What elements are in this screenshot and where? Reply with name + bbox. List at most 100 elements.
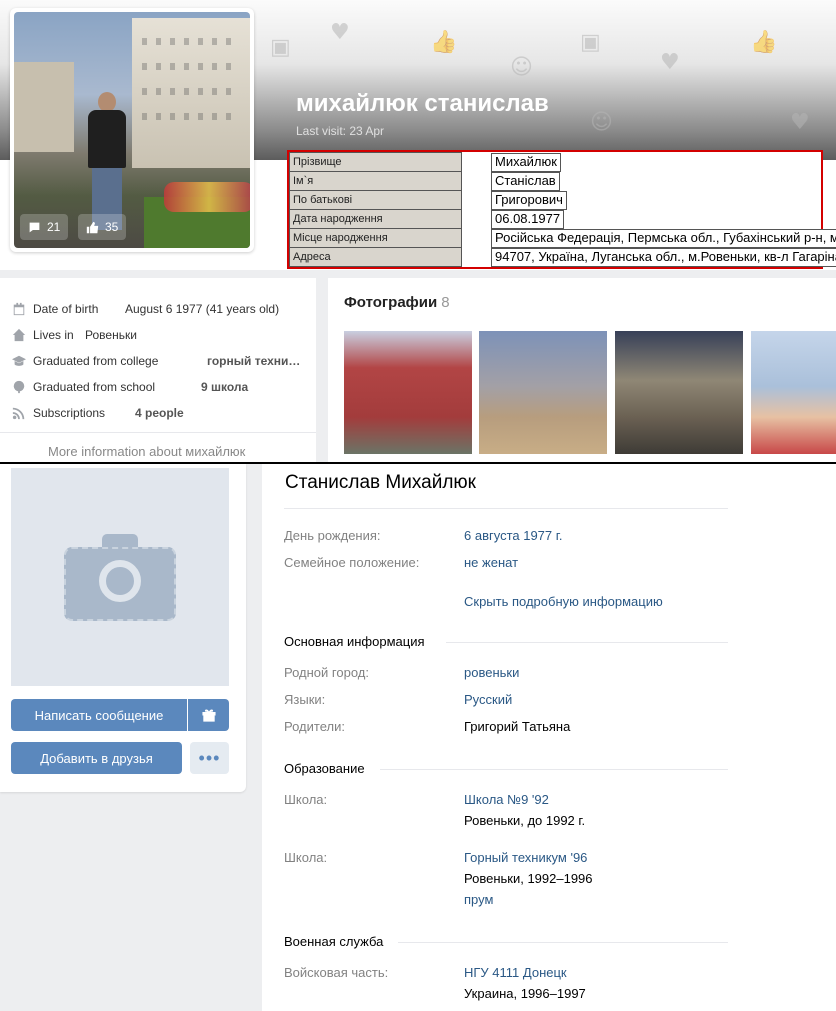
graduation-cap-icon xyxy=(12,354,26,368)
info-row-college: Graduated from college горный техни… xyxy=(12,354,300,368)
thumb-pattern-icon: 👍 xyxy=(750,30,778,55)
photo-thumbnail[interactable] xyxy=(615,331,743,454)
table-row: Ім`я Станіслав xyxy=(289,171,821,191)
birthday-link[interactable]: 6 августа 1977 г. xyxy=(464,528,563,543)
photos-title: Фотографии xyxy=(344,294,438,311)
info-row-subscriptions: Subscriptions 4 people xyxy=(12,406,184,420)
like-pattern-icon: ♥ xyxy=(330,20,350,45)
birthday-label: День рождения: xyxy=(284,528,381,543)
parents-label: Родители: xyxy=(284,719,345,734)
likes-count: 35 xyxy=(105,220,119,234)
last-visit: Last visit: 23 Apr xyxy=(296,124,385,138)
school-link[interactable]: Горный техникум '96 xyxy=(464,850,587,865)
table-key: Прізвище xyxy=(289,152,462,172)
divider xyxy=(398,942,728,943)
hide-details-link[interactable]: Скрыть подробную информацию xyxy=(464,594,663,609)
gift-icon xyxy=(201,709,216,722)
table-row: Дата народження 06.08.1977 xyxy=(289,209,821,229)
divider xyxy=(284,508,728,509)
image-pattern-icon: ▣ xyxy=(580,30,601,55)
globe-icon xyxy=(12,380,26,394)
school-link[interactable]: 9 школа xyxy=(201,380,248,394)
profile-details-card: Станислав Михайлюк День рождения: 6 авгу… xyxy=(262,464,836,1011)
photos-count: 8 xyxy=(441,294,450,311)
hometown-label: Родной город: xyxy=(284,665,369,680)
divider xyxy=(446,642,728,643)
comments-count: 21 xyxy=(47,220,61,234)
college-link[interactable]: горный техни… xyxy=(207,354,300,368)
hometown-link[interactable]: ровеньки xyxy=(464,665,519,680)
thumb-pattern-icon: 👍 xyxy=(430,30,458,55)
more-info-link[interactable]: More information about михайлюк xyxy=(48,444,245,459)
table-value: Григорович xyxy=(491,190,567,210)
avatar-photo: 21 35 xyxy=(14,12,250,248)
add-friend-button[interactable]: Добавить в друзья xyxy=(11,742,182,774)
thumbs-up-icon xyxy=(86,221,99,233)
table-row: По батькові Григорович xyxy=(289,190,821,210)
table-row: Прізвище Михайлюк xyxy=(289,152,821,172)
photo-thumbnail[interactable] xyxy=(751,331,836,454)
like-pattern-icon: ♥ xyxy=(660,50,680,75)
divider xyxy=(380,769,728,770)
smile-pattern-icon: ☺ xyxy=(510,55,533,80)
table-value: 06.08.1977 xyxy=(491,209,565,229)
military-unit-link[interactable]: НГУ 4111 Донецк xyxy=(464,965,567,980)
languages-link[interactable]: Русский xyxy=(464,692,512,707)
profile-screenshot-bottom: Написать сообщение Добавить в друзья •••… xyxy=(0,464,836,1011)
family-link[interactable]: не женат xyxy=(464,555,518,570)
table-row: Адреса 94707, Україна, Луганська обл., м.… xyxy=(289,247,836,267)
profile-name: михайлюк станислав xyxy=(296,90,549,117)
photo-thumbnail[interactable] xyxy=(479,331,607,454)
profile-avatar[interactable]: 21 35 xyxy=(10,8,254,252)
military-unit-detail: Украина, 1996–1997 xyxy=(464,986,586,1001)
section-header-main: Основная информация xyxy=(284,634,425,649)
lives-link[interactable]: Ровеньки xyxy=(85,328,137,342)
page-title: Станислав Михайлюк xyxy=(285,472,476,493)
table-row: Місце народження Російська Федерація, Пер… xyxy=(289,228,836,248)
table-key: Місце народження xyxy=(289,228,462,248)
divider xyxy=(0,432,316,433)
rss-icon xyxy=(12,406,26,420)
photos-header[interactable]: Фотографии 8 xyxy=(344,294,450,311)
comments-counter[interactable]: 21 xyxy=(20,214,69,240)
parents-value: Григорий Татьяна xyxy=(464,719,571,734)
subscriptions-link[interactable]: 4 people xyxy=(135,406,184,420)
comment-icon xyxy=(29,222,40,232)
person-figure xyxy=(84,92,128,232)
profile-info-panel: Date of birth August 6 1977 (41 years ol… xyxy=(0,278,316,462)
languages-label: Языки: xyxy=(284,692,326,707)
table-value: Михайлюк xyxy=(491,152,561,172)
school-label: Школа: xyxy=(284,850,328,865)
home-icon xyxy=(12,328,26,342)
info-row-dob: Date of birth August 6 1977 (41 years ol… xyxy=(12,302,279,316)
section-header-education: Образование xyxy=(284,761,365,776)
section-header-military: Военная служба xyxy=(284,934,384,949)
more-actions-button[interactable]: ••• xyxy=(190,742,229,774)
likes-counter[interactable]: 35 xyxy=(78,214,127,240)
table-value: Російська Федерація, Пермська обл., Губа… xyxy=(491,228,836,248)
table-key: Адреса xyxy=(289,247,462,267)
school-specialty-link[interactable]: прум xyxy=(464,892,493,907)
table-value: 94707, Україна, Луганська обл., м.Ровень… xyxy=(491,247,836,267)
photos-panel: Фотографии 8 xyxy=(328,278,836,462)
registry-data-table: Прізвище Михайлюк Ім`я Станіслав По батько… xyxy=(287,150,836,269)
table-key: По батькові xyxy=(289,190,462,210)
school-detail: Ровеньки, до 1992 г. xyxy=(464,813,586,828)
calendar-icon xyxy=(12,302,26,316)
empty-avatar[interactable] xyxy=(11,468,229,686)
info-row-school: Graduated from school 9 школа xyxy=(12,380,248,394)
info-row-lives: Lives in Ровеньки xyxy=(12,328,137,342)
school-link[interactable]: Школа №9 '92 xyxy=(464,792,549,807)
table-value: Станіслав xyxy=(491,171,560,191)
family-label: Семейное положение: xyxy=(284,555,420,570)
image-pattern-icon: ▣ xyxy=(270,35,291,60)
gift-button[interactable] xyxy=(188,699,229,731)
table-key: Дата народження xyxy=(289,209,462,229)
send-message-button[interactable]: Написать сообщение xyxy=(11,699,187,731)
photo-thumbnail[interactable] xyxy=(344,331,472,454)
school-label: Школа: xyxy=(284,792,328,807)
profile-side-card: Написать сообщение Добавить в друзья ••• xyxy=(0,464,246,792)
military-unit-label: Войсковая часть: xyxy=(284,965,389,980)
smile-pattern-icon: ☺ xyxy=(590,110,613,135)
table-key: Ім`я xyxy=(289,171,462,191)
